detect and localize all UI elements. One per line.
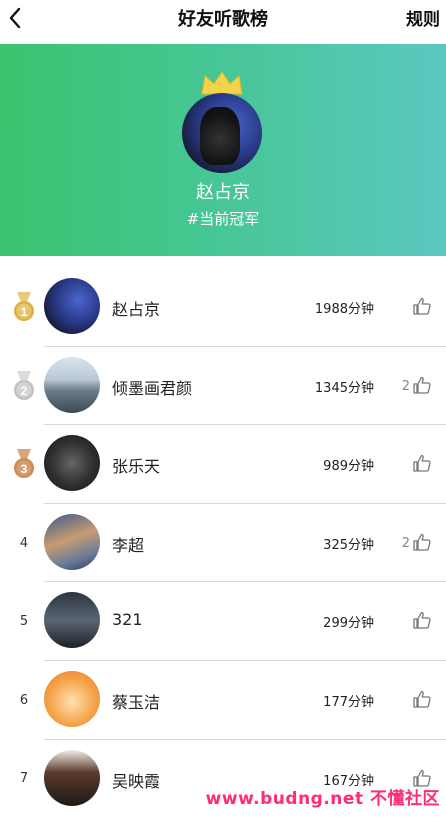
listen-minutes: 989分钟 — [323, 459, 374, 475]
ranking-row[interactable]: 1 赵占京 1988分钟 — [0, 268, 446, 347]
champion-avatar[interactable] — [182, 93, 262, 173]
thumbs-up-icon[interactable] — [412, 375, 432, 395]
user-name: 321 — [112, 610, 143, 630]
ranking-row[interactable]: 3 张乐天 989分钟 — [0, 425, 446, 504]
ranking-row[interactable]: 2 倾墨画君颜 1345分钟 2 — [0, 347, 446, 426]
listen-minutes: 325分钟 — [323, 537, 374, 553]
avatar[interactable] — [44, 435, 100, 492]
ranking-list: 1 赵占京 1988分钟 2 倾墨画君颜 1345分钟 2 3 张乐天 989分… — [0, 268, 446, 817]
user-name: 张乐天 — [112, 457, 161, 477]
svg-text:3: 3 — [21, 462, 28, 476]
svg-text:1: 1 — [21, 305, 28, 319]
like-count: 2 — [401, 378, 410, 394]
page-title: 好友听歌榜 — [178, 9, 268, 30]
rank-number: 4 — [19, 535, 29, 551]
thumbs-up-icon[interactable] — [412, 532, 432, 552]
listen-minutes: 177分钟 — [323, 694, 374, 710]
rank-number: 7 — [19, 771, 29, 787]
thumbs-up-icon[interactable] — [412, 296, 432, 316]
thumbs-up-icon[interactable] — [412, 453, 432, 473]
avatar[interactable] — [44, 356, 100, 413]
user-name: 赵占京 — [112, 300, 161, 319]
like-count: 2 — [401, 535, 410, 551]
avatar[interactable] — [44, 749, 100, 806]
thumbs-up-icon[interactable] — [412, 689, 432, 709]
thumbs-up-icon[interactable] — [412, 610, 432, 630]
top-nav-bar: 好友听歌榜 规则 — [0, 0, 446, 44]
ranking-row[interactable]: 4 李超 325分钟 2 — [0, 504, 446, 583]
svg-text:2: 2 — [21, 384, 28, 398]
avatar[interactable] — [44, 513, 100, 570]
rank-number: 6 — [19, 692, 29, 708]
user-name: 蔡玉洁 — [112, 692, 161, 712]
rules-link[interactable]: 规则 — [406, 5, 440, 30]
user-name: 吴映霞 — [112, 771, 161, 791]
avatar[interactable] — [44, 278, 100, 334]
avatar[interactable] — [44, 670, 100, 727]
ranking-row[interactable]: 6 蔡玉洁 177分钟 — [0, 661, 446, 740]
gold-medal-icon: 1 — [10, 268, 38, 347]
avatar[interactable] — [44, 592, 100, 649]
champion-tag: #当前冠军 — [186, 210, 260, 228]
champion-banner: 赵占京 #当前冠军 — [0, 44, 446, 256]
ranking-row[interactable]: 5 321 299分钟 — [0, 582, 446, 661]
silver-medal-icon: 2 — [10, 347, 38, 426]
watermark: www.budng.net 不懂社区 — [205, 789, 440, 809]
listen-minutes: 299分钟 — [323, 616, 374, 632]
user-name: 李超 — [112, 535, 145, 555]
listen-minutes: 1345分钟 — [314, 380, 374, 396]
listen-minutes: 1988分钟 — [314, 302, 374, 317]
champion-name: 赵占京 — [196, 182, 250, 203]
bronze-medal-icon: 3 — [10, 425, 38, 504]
rank-number: 5 — [19, 614, 29, 630]
user-name: 倾墨画君颜 — [112, 378, 193, 398]
